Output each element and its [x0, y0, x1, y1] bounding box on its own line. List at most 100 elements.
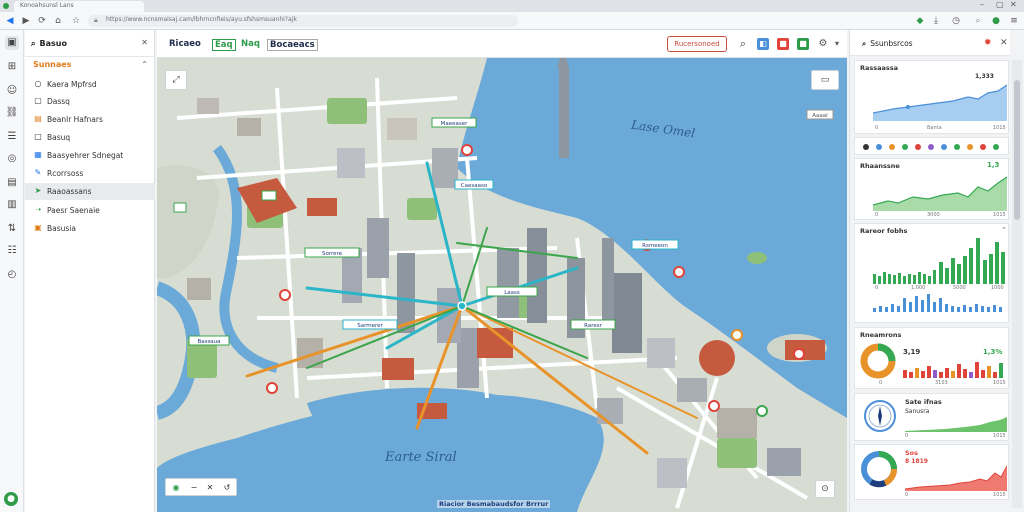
metric-card[interactable]: Rhaanssne 1,3 0 3000 1015 [854, 158, 1009, 220]
panel-title: ⌕ Ssunbsrcos [862, 39, 913, 48]
marker-label[interactable]: Raresr [584, 323, 602, 329]
document-icon[interactable]: ☰ [5, 130, 19, 144]
filter-icon[interactable]: ◧ [757, 38, 769, 50]
locate-button[interactable]: ⊙ [815, 480, 835, 498]
chevron-up-icon[interactable]: ⌃ [1001, 226, 1007, 234]
forward-icon[interactable]: ▶ [20, 15, 32, 27]
calendar-icon[interactable]: ▤ [5, 176, 19, 190]
pin-icon[interactable] [461, 144, 473, 156]
marker-label[interactable]: Laass [504, 290, 520, 296]
reload-icon[interactable]: ⟳ [36, 15, 48, 27]
sidebar-item[interactable]: ▢ Dassq [25, 93, 155, 110]
chevron-up-icon[interactable]: ⌃ [141, 60, 148, 69]
metric-card[interactable]: Sos 8 1819 0 1015 [854, 444, 1009, 500]
search-icon[interactable]: ⌕ [972, 15, 984, 27]
axis-tick: 1,000 [911, 285, 926, 291]
settings-icon[interactable]: ✹ [984, 38, 992, 48]
pin-icon[interactable] [731, 329, 743, 341]
downloads-icon[interactable]: ⤓ [930, 15, 942, 27]
map-canvas[interactable]: Maeeaser Caesaaso Sorrere Rsmeeon Laass … [157, 58, 847, 512]
history-icon[interactable]: ◷ [950, 15, 962, 27]
card-value: 1,3 [987, 161, 1000, 169]
layers-icon[interactable]: ▣ [5, 36, 19, 50]
metric-card[interactable]: Rassaassa 1,333 0 Banta 1015 [854, 60, 1009, 134]
pin-icon[interactable] [673, 266, 685, 278]
home-icon[interactable]: ◉ [169, 481, 183, 495]
users-icon[interactable]: ☺ [5, 84, 19, 98]
scroll-thumb[interactable] [1014, 80, 1020, 220]
analytics-panel: ⌕ Ssunbsrcos ✹ ✕ Rassaassa 1,333 0 Banta … [849, 30, 1024, 512]
pin-icon[interactable] [708, 400, 720, 412]
bookmark-icon[interactable]: ☆ [70, 15, 82, 27]
pin-icon[interactable] [756, 405, 768, 417]
close-window-icon[interactable]: ✕ [1010, 0, 1017, 9]
box-icon: □ [34, 132, 42, 141]
basemap-button[interactable]: ▭ [811, 70, 839, 90]
pin-icon[interactable] [279, 289, 291, 301]
zoom-out-icon[interactable]: − [187, 481, 201, 495]
metric-card[interactable]: Rareor fobhs ⌃ 0 1,000 5000 1000 [854, 223, 1009, 323]
menu-icon[interactable]: ≡ [1008, 15, 1020, 27]
sidebar-item[interactable]: ✎ Rcorrsoss [25, 165, 155, 182]
sidebar-item[interactable]: ➤ Raaoassans [25, 183, 155, 200]
axis-tick: 1015 [993, 125, 1006, 131]
sidebar-item[interactable]: □ Basuq [25, 129, 155, 146]
sidebar-item[interactable]: ▦ Baasyehrer Sdnegat [25, 147, 155, 164]
zoom-in-icon[interactable]: ✕ [203, 481, 217, 495]
alert-icon[interactable]: ■ [777, 38, 789, 50]
close-icon[interactable]: ✕ [1000, 38, 1008, 48]
back-icon[interactable]: ◀ [4, 15, 16, 27]
url-field[interactable]: 🔒︎ https://www.ncnsmaisaj.cam/lbhrncnfie… [88, 15, 518, 27]
target-icon[interactable]: ◎ [5, 152, 19, 166]
lock-icon: 🔒︎ [94, 16, 98, 24]
brand-tag-secondary: Naq [241, 39, 260, 49]
list-icon[interactable]: ☷ [5, 244, 19, 258]
rotate-icon[interactable]: ↺ [220, 481, 234, 495]
share-icon[interactable]: ■ [797, 38, 809, 50]
link-icon[interactable]: ⛓ [5, 106, 19, 120]
search-icon[interactable]: ⌕ [737, 38, 749, 50]
extension-icon[interactable]: ◆ [914, 15, 926, 27]
axis-tick: 0 [875, 212, 879, 218]
hub-marker[interactable] [457, 301, 467, 311]
help-icon[interactable]: ● [4, 492, 18, 506]
map-view: Ricaeo Eaq Naq Bocaeacs Rucersonoed ⌕ ◧ … [157, 30, 847, 512]
sidebar-item[interactable]: ▣ Basusia [25, 220, 155, 237]
card-title: Rhaanssne [860, 162, 900, 170]
marker-label[interactable]: Bassaua [197, 339, 220, 345]
axis-tick: 0 [905, 433, 909, 439]
chevron-down-icon[interactable]: ▾ [831, 38, 843, 50]
pin-icon[interactable] [793, 348, 805, 360]
panel-scrollbar[interactable] [1012, 60, 1022, 508]
marker-label[interactable]: Sorrere [322, 251, 343, 257]
brand-logo: Ricaeo [169, 39, 201, 49]
sidebar-item[interactable]: ○ Kaera Mpfrsd [25, 76, 155, 93]
profile-icon[interactable]: ● [990, 15, 1002, 27]
sort-icon[interactable]: ⇅ [5, 222, 19, 236]
sidebar-item[interactable]: ▤ Beanlr Hafnars [25, 111, 155, 128]
browser-tab[interactable]: Konoahsunsl Lans [14, 1, 144, 12]
marker-label[interactable]: Aaaal [812, 113, 828, 119]
clock-icon[interactable]: ◴ [5, 268, 19, 282]
action-button[interactable]: Rucersonoed [667, 36, 727, 52]
marker-label[interactable]: Caesaaso [461, 183, 488, 189]
close-icon[interactable]: ✕ [141, 38, 148, 47]
chart-icon: ▦ [34, 150, 42, 159]
home-icon[interactable]: ⌂ [52, 15, 64, 27]
metric-card[interactable]: Rneamrons 3,19 1,3% 0 3103 1015 [854, 327, 1009, 389]
pin-icon[interactable] [266, 382, 278, 394]
address-bar: ◀ ▶ ⟳ ⌂ ☆ 🔒︎ https://www.ncnsmaisaj.cam/… [0, 12, 1024, 30]
maximize-icon[interactable]: ▢ [996, 0, 1004, 9]
fullscreen-button[interactable]: ⤢ [165, 70, 187, 90]
grid-icon[interactable]: ⊞ [5, 60, 19, 74]
chart-icon[interactable]: ▥ [5, 198, 19, 212]
minimize-icon[interactable]: – [980, 0, 984, 9]
settings-icon[interactable]: ⚙ [817, 38, 829, 50]
sidebar-item[interactable]: ➝ Paesr Saenaie [25, 202, 155, 219]
axis-tick: 1015 [993, 212, 1006, 218]
metric-card[interactable]: Sate ifnas Sanusra 0 1015 [854, 393, 1009, 441]
marker-label[interactable]: Sarmerer [357, 323, 383, 329]
marker-label[interactable]: Maeeaser [441, 121, 469, 127]
card-value: Sanusra [905, 408, 930, 415]
marker-label[interactable]: Rsmeeon [642, 243, 668, 249]
